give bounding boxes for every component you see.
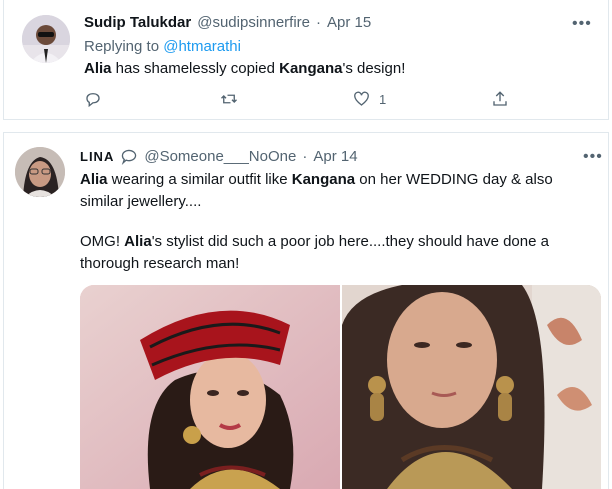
more-options-icon[interactable]: •••	[572, 16, 592, 32]
tweet-header: Sudip Talukdar @sudipsinnerfire · Apr 15	[84, 13, 371, 33]
tweet-header: LINA @Someone___NoOne · Apr 14	[80, 147, 358, 167]
mention-alia: Alia	[84, 60, 112, 77]
handle[interactable]: @Someone___NoOne	[144, 147, 296, 167]
mention-alia: Alia	[80, 171, 108, 188]
reply-button[interactable]	[84, 90, 102, 108]
tweet-text-line: OMG! Alia's stylist did such a poor job …	[80, 231, 549, 253]
separator: ·	[316, 14, 322, 31]
tweet-text-line: similar jewellery....	[80, 193, 202, 210]
heart-icon	[354, 91, 369, 106]
replying-to-label: Replying to	[84, 38, 160, 55]
tweet-text: Alia has shamelessly copied Kangana's de…	[84, 58, 405, 80]
replying-to: Replying to @htmarathi	[84, 37, 241, 57]
display-name[interactable]: Sudip Talukdar	[84, 13, 191, 33]
reply-icon	[86, 93, 100, 108]
tweet-text-line: Alia wearing a similar outfit like Kanga…	[80, 169, 553, 191]
mention-kangana: Kangana	[279, 60, 343, 77]
replying-to-handle[interactable]: @htmarathi	[163, 38, 241, 55]
tweet-media[interactable]	[80, 285, 601, 489]
handle[interactable]: @sudipsinnerfire	[197, 13, 310, 33]
retweet-icon	[221, 94, 237, 104]
text-segment: wearing a similar outfit like	[107, 171, 292, 188]
speech-bubble-icon	[122, 149, 137, 165]
tweet-divider	[0, 120, 612, 132]
tweet-text-line: thorough research man!	[80, 255, 240, 272]
timestamp[interactable]: Apr 15	[327, 13, 371, 33]
share-icon	[493, 91, 507, 106]
like-button[interactable]: 1	[352, 90, 386, 108]
text-segment: has shamelessly copied	[111, 60, 280, 77]
retweet-button[interactable]	[219, 90, 239, 108]
avatar[interactable]	[22, 15, 70, 63]
display-name[interactable]: LINA	[80, 147, 114, 167]
text-segment: OMG!	[80, 233, 125, 250]
mention-alia: Alia	[124, 233, 152, 250]
text-segment: 's design!	[342, 60, 406, 77]
text-segment: 's stylist did such a poor job here....t…	[151, 233, 549, 250]
like-count: 1	[379, 91, 387, 107]
text-segment: on her WEDDING day & also	[355, 171, 553, 188]
mention-kangana: Kangana	[291, 171, 356, 188]
more-options-icon[interactable]: •••	[583, 149, 603, 165]
photo-right[interactable]	[342, 285, 601, 489]
tweet-actions: 1	[84, 90, 534, 112]
timestamp[interactable]: Apr 14	[313, 147, 357, 167]
share-button[interactable]	[491, 90, 509, 108]
photo-left[interactable]	[80, 285, 340, 489]
avatar[interactable]	[15, 147, 65, 197]
separator: ·	[302, 148, 308, 165]
